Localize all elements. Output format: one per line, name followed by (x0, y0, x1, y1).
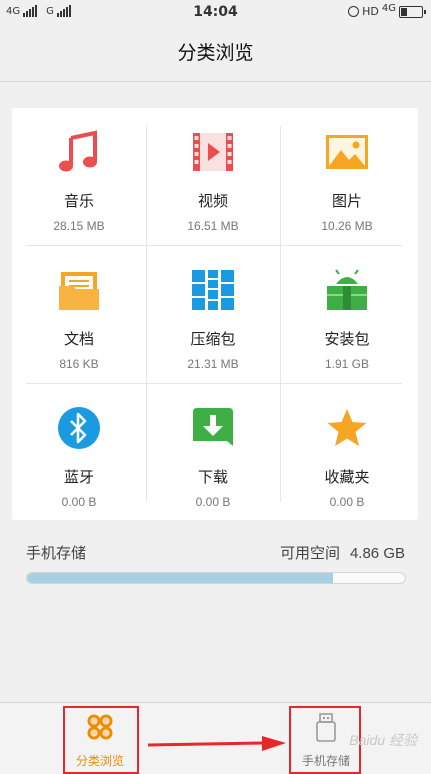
category-label: 音乐 (63, 192, 94, 210)
storage-usage-bar (26, 572, 406, 584)
battery-icon (399, 5, 426, 18)
title-bar: 分类浏览 (0, 26, 431, 82)
annotation-arrow-icon (147, 736, 286, 751)
page-title: 分类浏览 (177, 42, 254, 64)
category-label: 收藏夹 (324, 468, 370, 486)
category-size: 0.00 B (61, 495, 97, 509)
free-space-value: 4.86 GB (349, 545, 405, 562)
category-music[interactable]: 音乐 28.15 MB (12, 108, 146, 245)
star-icon (327, 409, 367, 446)
category-label: 文档 (63, 330, 94, 348)
category-documents[interactable]: 文档 816 KB (12, 246, 146, 383)
alarm-icon (348, 6, 360, 17)
android-icon (327, 269, 367, 310)
category-archives[interactable]: 压缩包 21.31 MB (146, 246, 280, 383)
category-label: 压缩包 (190, 330, 236, 348)
category-downloads[interactable]: 下载 0.00 B (146, 384, 280, 521)
status-bar: 4G G 14:04 HD 4G (0, 0, 431, 26)
film-icon (193, 133, 233, 171)
category-video[interactable]: 视频 16.51 MB (146, 108, 280, 245)
category-label: 视频 (197, 192, 228, 210)
bluetooth-icon (58, 407, 100, 449)
category-pictures[interactable]: 图片 10.26 MB (280, 108, 414, 245)
category-size: 28.15 MB (53, 219, 105, 233)
category-size: 1.91 GB (324, 357, 370, 371)
category-size: 10.26 MB (321, 219, 373, 233)
category-label: 下载 (197, 468, 228, 486)
category-size: 16.51 MB (187, 219, 239, 233)
storage-free: 可用空间 4.86 GB (280, 542, 405, 563)
network-type-3: 4G (381, 3, 396, 14)
category-size: 0.00 B (195, 495, 231, 509)
storage-usage-fill (27, 573, 334, 583)
category-size: 0.00 B (329, 495, 365, 509)
category-label: 蓝牙 (63, 468, 94, 486)
download-icon (193, 408, 233, 446)
archive-icon (192, 270, 234, 310)
category-label: 图片 (331, 192, 362, 210)
category-grid: 音乐 28.15 MB 视频 16.51 MB 图片 10.26 MB 文档 8… (12, 108, 418, 520)
watermark: Baidu 经验 (349, 732, 417, 748)
category-bluetooth[interactable]: 蓝牙 0.00 B (12, 384, 146, 521)
category-label: 安装包 (324, 330, 370, 348)
category-apk[interactable]: 安装包 1.91 GB (280, 246, 414, 383)
category-favorites[interactable]: 收藏夹 0.00 B (280, 384, 414, 521)
category-size: 816 KB (59, 357, 99, 371)
annotation-highlight-box (63, 706, 139, 774)
hd-indicator: HD (362, 5, 379, 18)
folder-document-icon (59, 272, 99, 310)
free-space-label: 可用空间 (279, 544, 340, 562)
music-note-icon (59, 130, 97, 172)
picture-icon (326, 135, 368, 169)
storage-label: 手机存储 (26, 544, 87, 562)
category-size: 21.31 MB (187, 357, 239, 371)
